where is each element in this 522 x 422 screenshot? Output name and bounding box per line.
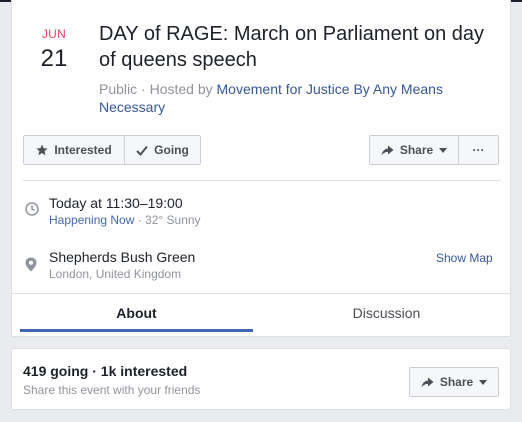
share-event-button[interactable]: Share — [409, 367, 499, 397]
stats-card: 419 going · 1k interested Share this eve… — [11, 348, 511, 410]
event-day: 21 — [40, 45, 68, 72]
caret-down-icon — [439, 147, 448, 153]
divider — [23, 180, 501, 181]
star-icon — [36, 144, 48, 156]
caret-down-icon — [479, 379, 488, 385]
event-privacy: Public — [99, 81, 138, 97]
share-button[interactable]: Share — [369, 135, 459, 165]
share-label: Share — [399, 143, 434, 157]
going-label: Going — [154, 143, 189, 157]
more-icon: ··· — [472, 143, 485, 157]
interested-label: Interested — [54, 143, 112, 157]
event-card: JUN 21 DAY of RAGE: March on Parliament … — [11, 0, 511, 337]
event-time: Today at 11:30–19:00 — [49, 195, 183, 211]
clock-icon — [25, 202, 39, 216]
map-pin-icon — [25, 257, 37, 272]
interested-button[interactable]: Interested — [23, 135, 125, 165]
weather-label: · 32° Sunny — [134, 213, 201, 227]
event-address: London, United Kingdom — [49, 267, 182, 281]
event-month: JUN — [41, 27, 67, 41]
attendance-summary: 419 going · 1k interested — [23, 363, 188, 379]
check-icon — [136, 145, 148, 156]
event-location[interactable]: Shepherds Bush Green — [49, 249, 195, 265]
share-event-label: Share — [439, 375, 474, 389]
tab-about[interactable]: About — [20, 296, 253, 332]
event-subtitle: Public · Hosted by Movement for Justice … — [99, 80, 499, 116]
event-status: Happening Now · 32° Sunny — [49, 213, 201, 227]
show-map-link[interactable]: Show Map — [436, 251, 493, 265]
divider — [12, 293, 510, 294]
event-title: DAY of RAGE: March on Parliament on day … — [99, 23, 484, 71]
more-button[interactable]: ··· — [458, 135, 499, 165]
share-prompt: Share this event with your friends — [23, 383, 201, 397]
hosted-by-label: · Hosted by — [137, 81, 217, 97]
going-button[interactable]: Going — [124, 135, 201, 165]
event-date: JUN 21 — [34, 27, 74, 73]
tab-discussion[interactable]: Discussion — [270, 296, 503, 332]
happening-now-link[interactable]: Happening Now — [49, 213, 134, 227]
share-arrow-icon — [381, 145, 394, 155]
share-arrow-icon — [421, 377, 434, 387]
